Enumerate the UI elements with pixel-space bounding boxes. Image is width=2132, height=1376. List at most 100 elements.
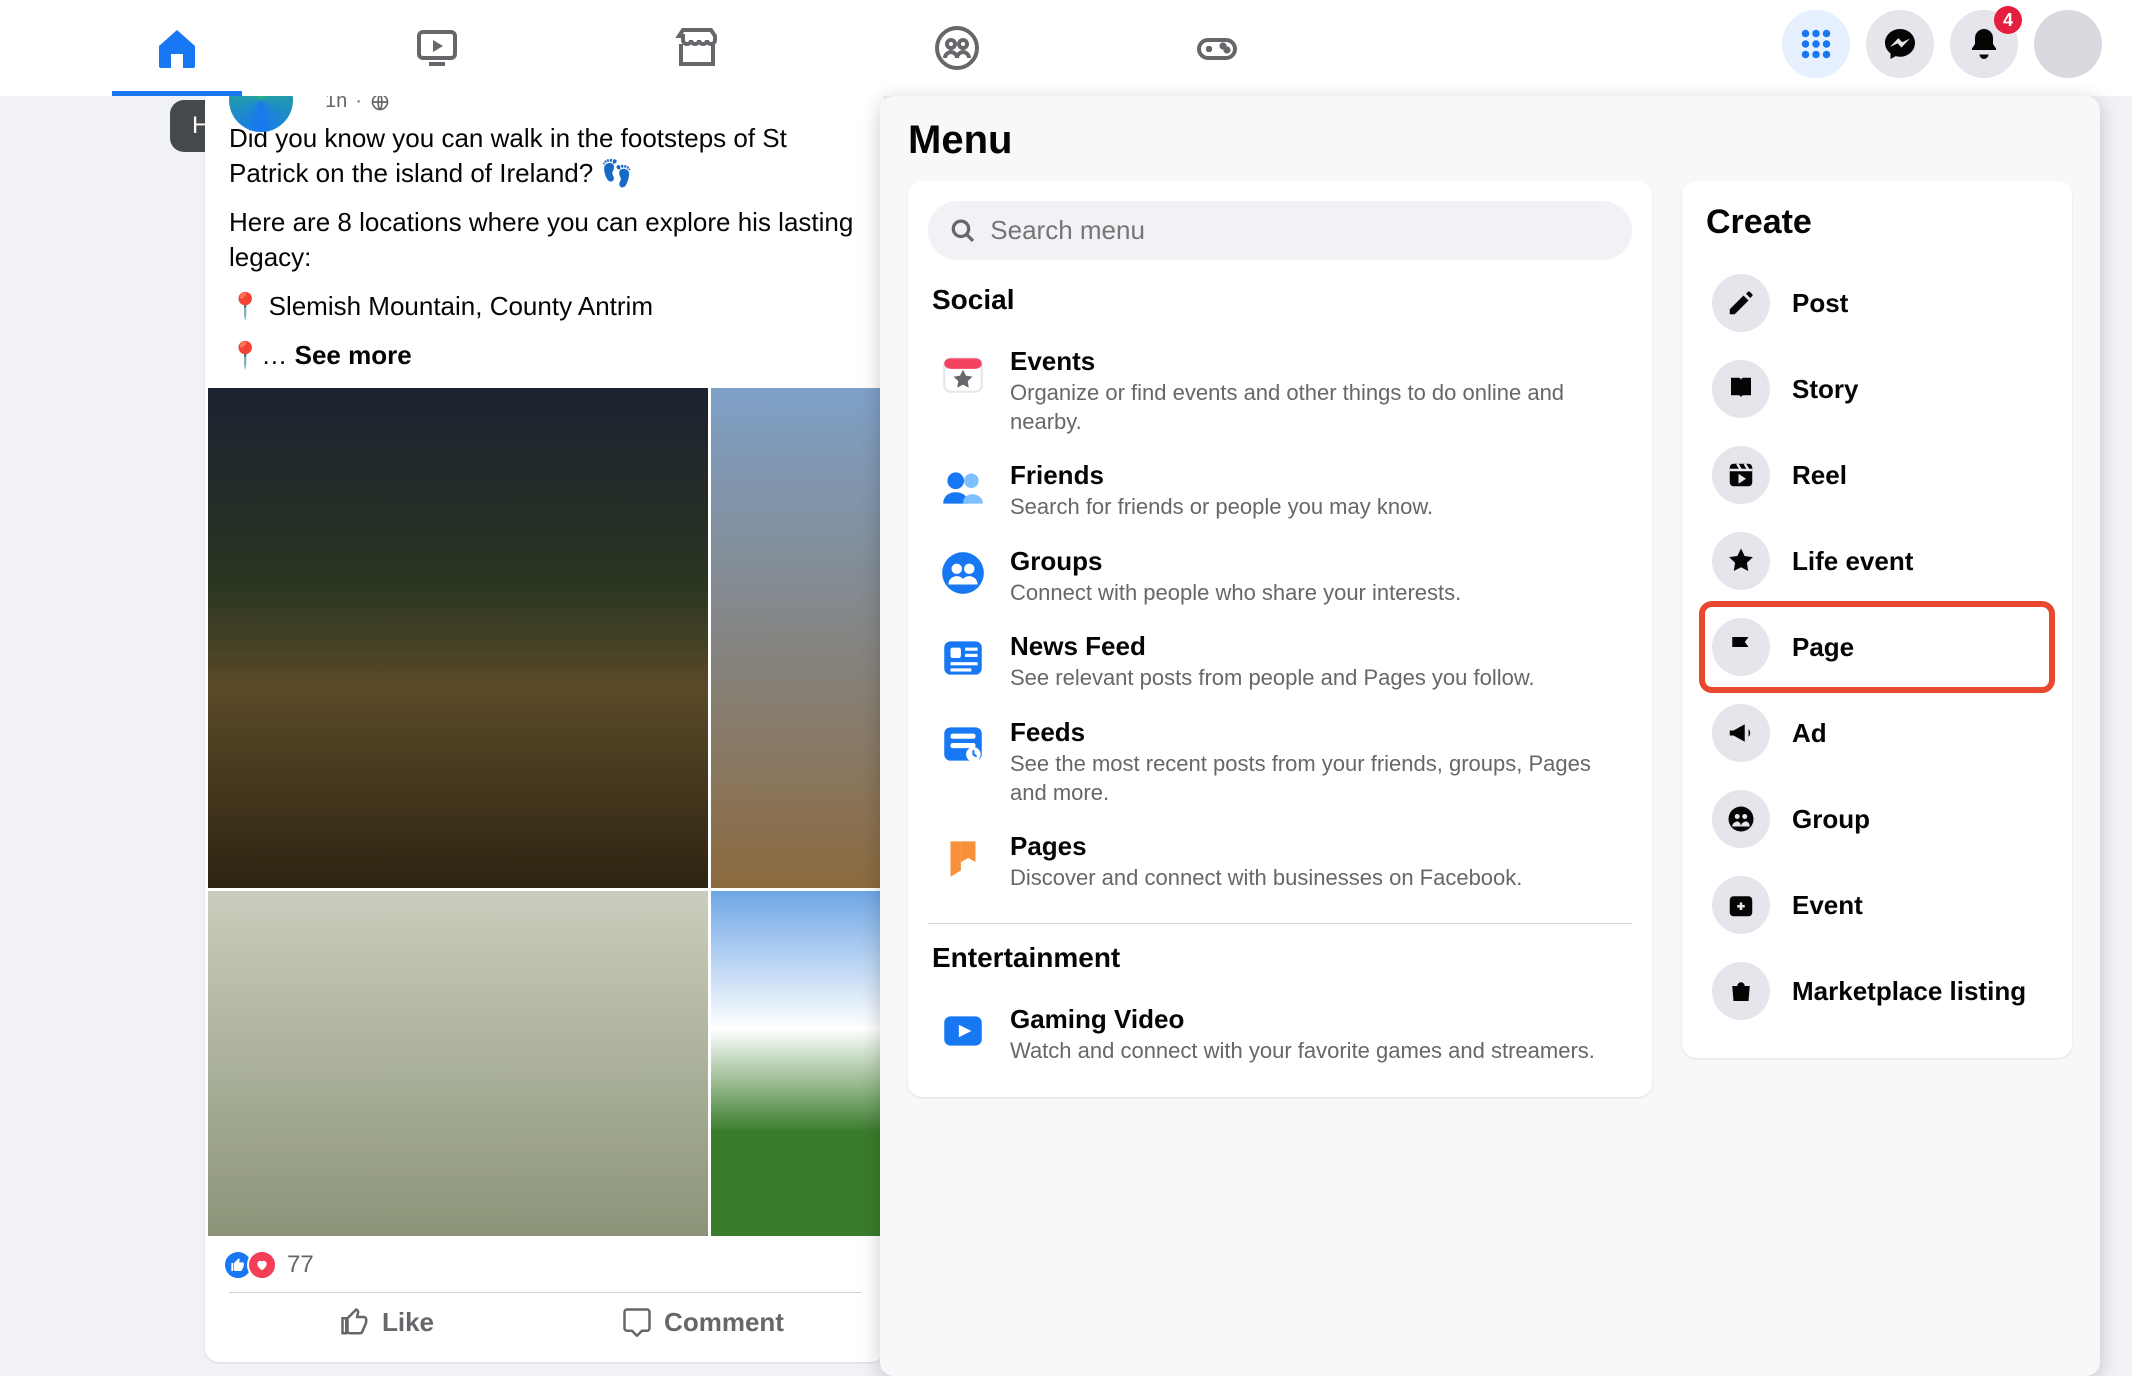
create-label: Reel xyxy=(1792,460,1847,491)
notification-badge: 4 xyxy=(1994,6,2022,34)
menu-item-desc: See the most recent posts from your frie… xyxy=(1010,750,1624,807)
create-label: Marketplace listing xyxy=(1792,976,2026,1007)
menu-item-desc: Discover and connect with businesses on … xyxy=(1010,864,1522,893)
post-loc1: 📍 Slemish Mountain, County Antrim xyxy=(229,289,861,324)
create-event[interactable]: Event xyxy=(1702,862,2052,948)
menu-item-title: Events xyxy=(1010,346,1624,377)
events-icon xyxy=(936,346,990,400)
book-icon xyxy=(1712,360,1770,418)
post-line2: Here are 8 locations where you can explo… xyxy=(229,205,861,275)
star-icon xyxy=(1712,532,1770,590)
nav-watch[interactable] xyxy=(372,3,502,93)
menu-item-desc: See relevant posts from people and Pages… xyxy=(1010,664,1535,693)
friends-icon xyxy=(936,460,990,514)
nav-home[interactable] xyxy=(112,3,242,93)
groups-menu-icon xyxy=(936,546,990,600)
create-story[interactable]: Story xyxy=(1702,346,2052,432)
menu-search[interactable] xyxy=(928,201,1632,260)
create-post[interactable]: Post xyxy=(1702,260,2052,346)
post-photo-3[interactable] xyxy=(208,891,708,1236)
marketplace-icon xyxy=(673,24,721,72)
account-avatar[interactable] xyxy=(2034,10,2102,78)
post-loc2: 📍… See more xyxy=(229,338,861,373)
post-actions: Like Comment xyxy=(229,1292,861,1352)
gaming-video-icon xyxy=(936,1004,990,1058)
post-photo-2[interactable] xyxy=(711,388,886,888)
menu-item-gaming-video[interactable]: Gaming Video Watch and connect with your… xyxy=(928,992,1632,1078)
menu-panel: Menu Social Events Organize or find even… xyxy=(880,96,2100,1376)
menu-item-desc: Organize or find events and other things… xyxy=(1010,379,1624,436)
menu-item-desc: Connect with people who share your inter… xyxy=(1010,579,1461,608)
see-more[interactable]: See more xyxy=(295,340,412,370)
menu-item-title: Gaming Video xyxy=(1010,1004,1595,1035)
bell-icon xyxy=(1966,26,2002,62)
create-label: Event xyxy=(1792,890,1863,921)
megaphone-icon xyxy=(1712,704,1770,762)
grid-icon xyxy=(1798,26,1834,62)
menu-item-friends[interactable]: Friends Search for friends or people you… xyxy=(928,448,1632,534)
comment-icon xyxy=(622,1307,652,1337)
photo-grid xyxy=(205,388,885,1236)
menu-item-events[interactable]: Events Organize or find events and other… xyxy=(928,334,1632,448)
menu-item-title: Pages xyxy=(1010,831,1522,862)
create-reel[interactable]: Reel xyxy=(1702,432,2052,518)
edit-icon xyxy=(1712,274,1770,332)
menu-item-feeds[interactable]: Feeds See the most recent posts from you… xyxy=(928,705,1632,819)
pages-icon xyxy=(936,831,990,885)
flag-icon xyxy=(1712,618,1770,676)
bag-icon xyxy=(1712,962,1770,1020)
messenger-button[interactable] xyxy=(1866,10,1934,78)
top-navbar: 4 xyxy=(0,0,2132,96)
menu-item-title: Groups xyxy=(1010,546,1461,577)
love-reaction-icon xyxy=(247,1250,277,1280)
menu-button[interactable] xyxy=(1782,10,1850,78)
newsfeed-icon xyxy=(936,631,990,685)
search-icon xyxy=(950,217,976,245)
create-label: Page xyxy=(1792,632,1854,663)
menu-item-pages[interactable]: Pages Discover and connect with business… xyxy=(928,819,1632,905)
comment-button[interactable]: Comment xyxy=(545,1293,861,1352)
post-line1: Did you know you can walk in the footste… xyxy=(229,121,861,191)
post-photo-1[interactable] xyxy=(208,388,708,888)
comment-label: Comment xyxy=(664,1307,784,1338)
menu-item-title: Friends xyxy=(1010,460,1433,491)
create-panel: Create Post Story Reel Life event Page xyxy=(1682,181,2072,1058)
home-icon xyxy=(153,24,201,72)
menu-item-desc: Search for friends or people you may kno… xyxy=(1010,493,1433,522)
menu-item-groups[interactable]: Groups Connect with people who share you… xyxy=(928,534,1632,620)
create-label: Group xyxy=(1792,804,1870,835)
post-reactions[interactable]: 77 xyxy=(205,1236,885,1280)
create-label: Story xyxy=(1792,374,1858,405)
create-page[interactable]: Page xyxy=(1702,604,2052,690)
menu-item-title: Feeds xyxy=(1010,717,1624,748)
create-label: Ad xyxy=(1792,718,1827,749)
nav-gaming[interactable] xyxy=(1152,3,1282,93)
groups-icon xyxy=(933,24,981,72)
menu-title: Menu xyxy=(908,118,2072,163)
notifications-button[interactable]: 4 xyxy=(1950,10,2018,78)
topbar-right: 4 xyxy=(1782,10,2102,78)
create-group[interactable]: Group xyxy=(1702,776,2052,862)
section-entertainment-heading: Entertainment xyxy=(932,942,1628,974)
menu-left-column: Social Events Organize or find events an… xyxy=(908,181,1652,1097)
nav-groups[interactable] xyxy=(892,3,1022,93)
create-heading: Create xyxy=(1706,203,2048,242)
create-label: Post xyxy=(1792,288,1848,319)
gaming-icon xyxy=(1193,24,1241,72)
section-social-heading: Social xyxy=(932,284,1628,316)
create-marketplace-listing[interactable]: Marketplace listing xyxy=(1702,948,2052,1034)
messenger-icon xyxy=(1882,26,1918,62)
menu-search-input[interactable] xyxy=(990,215,1610,246)
center-nav xyxy=(112,0,1282,96)
post-photo-4[interactable] xyxy=(711,891,886,1236)
menu-item-newsfeed[interactable]: News Feed See relevant posts from people… xyxy=(928,619,1632,705)
create-ad[interactable]: Ad xyxy=(1702,690,2052,776)
like-button[interactable]: Like xyxy=(229,1293,545,1352)
thumb-icon xyxy=(340,1307,370,1337)
create-label: Life event xyxy=(1792,546,1913,577)
create-life-event[interactable]: Life event xyxy=(1702,518,2052,604)
menu-item-title: News Feed xyxy=(1010,631,1535,662)
calendar-plus-icon xyxy=(1712,876,1770,934)
nav-marketplace[interactable] xyxy=(632,3,762,93)
like-label: Like xyxy=(382,1307,434,1338)
